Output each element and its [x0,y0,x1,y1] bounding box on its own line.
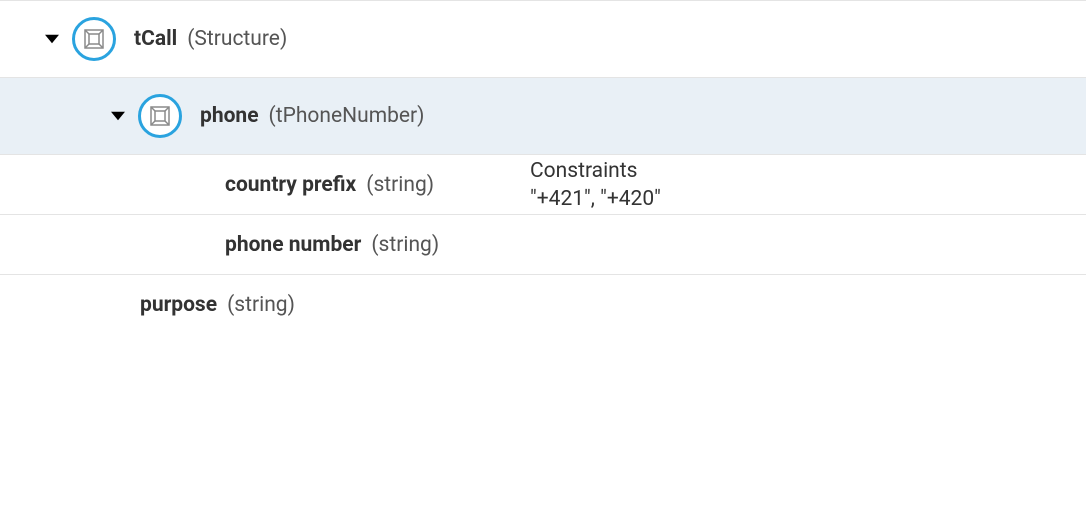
tree-row-tcall[interactable]: tCall Structure [0,0,1086,77]
node-type: Structure [187,27,287,51]
structure-icon [72,17,116,61]
tree-row-country-prefix[interactable]: country prefix string Constraints "+421"… [0,154,1086,214]
caret-down-icon [111,109,125,123]
node-name: country prefix [225,173,356,197]
constraints-value: "+421", "+420" [530,187,661,211]
node-name: phone number [225,233,361,257]
tree-row-phone-number[interactable]: phone number string [0,214,1086,274]
tree-row-purpose[interactable]: purpose string [0,274,1086,334]
node-type: tPhoneNumber [269,104,425,128]
node-name: phone [200,104,259,128]
structure-icon [138,94,182,138]
expand-toggle[interactable] [44,31,60,47]
expand-toggle[interactable] [110,108,126,124]
tree-row-phone[interactable]: phone tPhoneNumber [0,77,1086,154]
constraints-label: Constraints [530,159,661,183]
node-name: purpose [140,293,217,317]
caret-down-icon [45,32,59,46]
node-name: tCall [134,27,177,51]
node-type: string [366,173,434,197]
node-type: string [371,233,439,257]
node-type: string [227,293,295,317]
constraints-block: Constraints "+421", "+420" [530,159,661,211]
